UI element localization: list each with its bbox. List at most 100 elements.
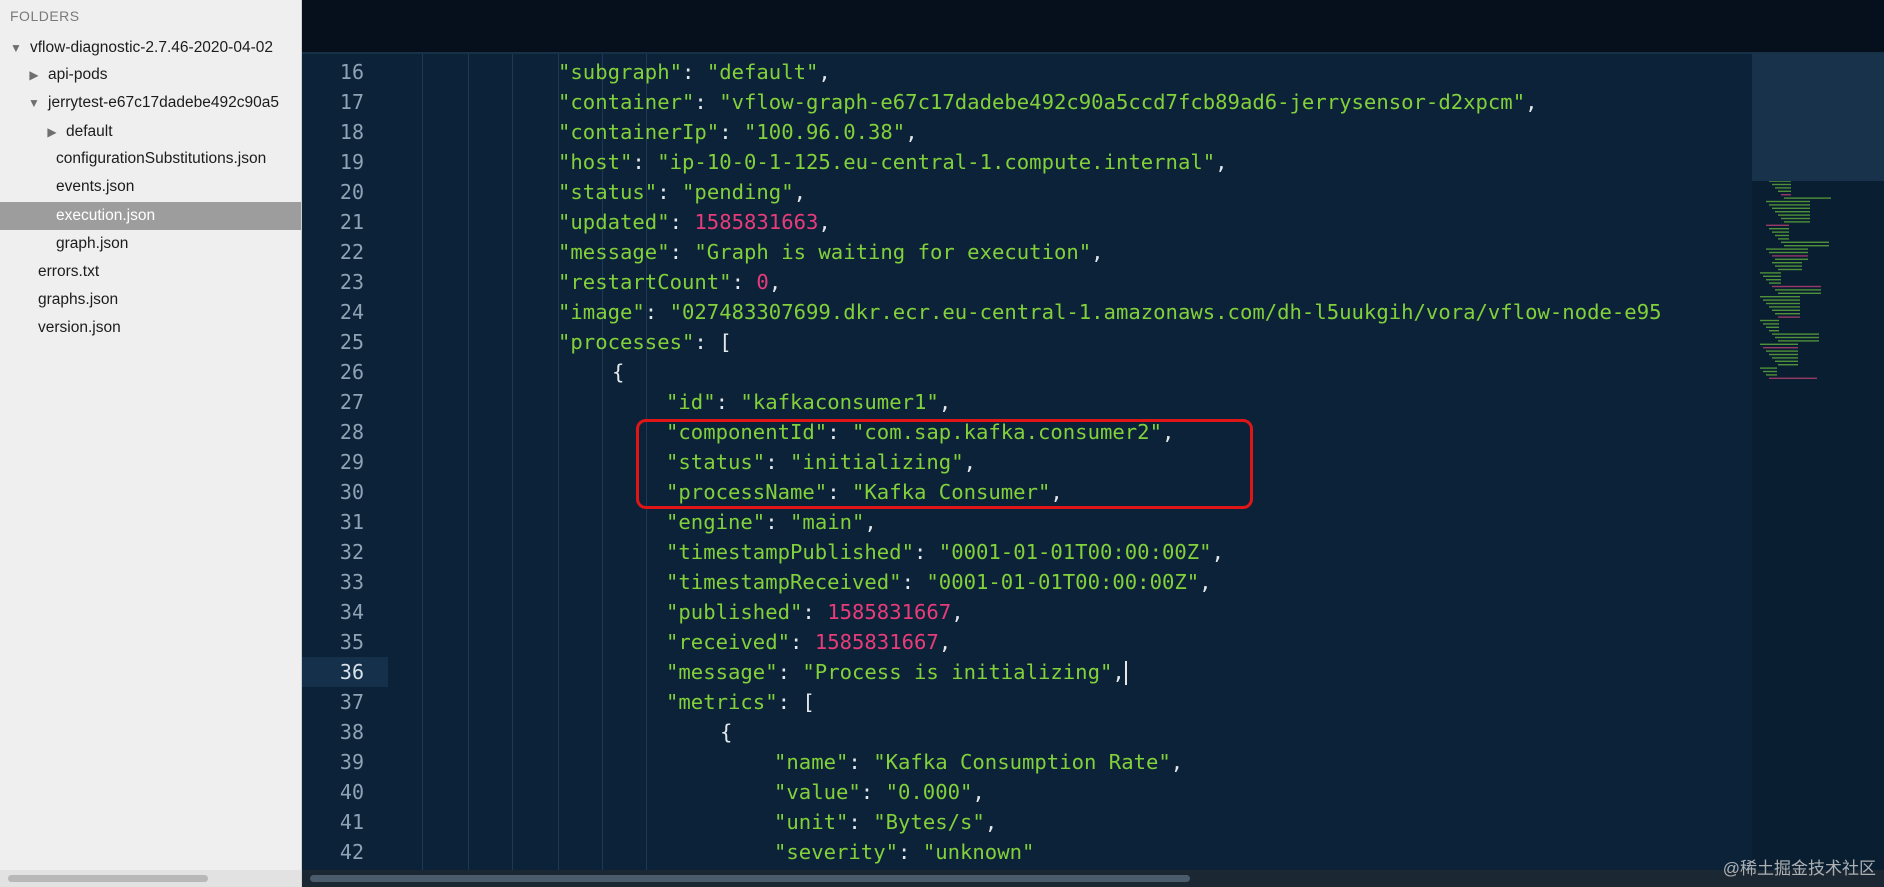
code-line[interactable]: "container": "vflow-graph-e67c17dadebe49… (558, 87, 1538, 117)
collapsed-arrow-icon[interactable]: ▶ (44, 118, 60, 146)
editor-horizontal-scrollbar[interactable] (302, 870, 1884, 887)
code-token-key: "engine" (666, 510, 766, 534)
code-line[interactable]: "value": "0.000", (774, 777, 985, 807)
folder-item[interactable]: ▶ api-pods (0, 61, 301, 89)
code-line[interactable]: "containerIp": "100.96.0.38", (558, 117, 918, 147)
code-line[interactable]: "timestampPublished": "0001-01-01T00:00:… (666, 537, 1224, 567)
minimap-stroke (1769, 204, 1810, 206)
minimap-stroke (1775, 234, 1789, 237)
scrollbar-thumb[interactable] (310, 875, 1190, 882)
code-token-key: "timestampReceived" (666, 570, 902, 594)
minimap[interactable] (1752, 54, 1884, 870)
code-line[interactable]: "host": "ip-10-0-1-125.eu-central-1.comp… (558, 147, 1228, 177)
code-token-str: "ip-10-0-1-125.eu-central-1.compute.inte… (657, 150, 1216, 174)
minimap-stroke (1760, 272, 1781, 274)
file-item[interactable]: events.json (0, 173, 301, 201)
minimap-stroke (1772, 231, 1789, 233)
code-line[interactable]: "engine": "main", (666, 507, 877, 537)
code-line[interactable]: "updated": 1585831663, (558, 207, 831, 237)
code-token-punct: : (777, 660, 803, 684)
indent-guide (512, 54, 513, 870)
code-line[interactable]: "severity": "unknown" (774, 837, 1034, 867)
tree-item-label: version.json (38, 319, 121, 336)
code-token-punct: : (765, 510, 791, 534)
code-token-punct: , (1211, 540, 1224, 564)
minimap-stroke (1775, 258, 1808, 260)
code-token-key: "id" (666, 390, 716, 414)
minimap-stroke (1775, 289, 1821, 291)
minimap-stroke (1778, 340, 1819, 342)
code-token-punct: : (669, 210, 695, 234)
file-item[interactable]: graphs.json (0, 286, 301, 314)
code-token-punct: , (1112, 660, 1125, 684)
code-line[interactable]: "unit": "Bytes/s", (774, 807, 997, 837)
folder-item[interactable]: ▼ vflow-diagnostic-2.7.46-2020-04-02 (0, 34, 301, 62)
code-line[interactable]: "received": 1585831667, (666, 627, 951, 657)
code-line[interactable]: "restartCount": 0, (558, 267, 781, 297)
code-token-str: "kafkaconsumer1" (740, 390, 939, 414)
expanded-arrow-icon[interactable]: ▼ (8, 34, 24, 62)
code-line[interactable]: "status": "pending", (558, 177, 806, 207)
folder-item[interactable]: ▶ default (0, 118, 301, 146)
file-item[interactable]: graph.json (0, 230, 301, 258)
minimap-stroke (1763, 275, 1781, 277)
code-line[interactable]: "name": "Kafka Consumption Rate", (774, 747, 1183, 777)
scrollbar-thumb[interactable] (8, 875, 208, 882)
code-token-punct: : (848, 750, 874, 774)
minimap-stroke (1778, 316, 1800, 318)
code-token-key: "containerIp" (558, 120, 720, 144)
minimap-stroke (1784, 221, 1810, 223)
minimap-stroke (1760, 296, 1800, 298)
code-line[interactable]: "timestampReceived": "0001-01-01T00:00:0… (666, 567, 1212, 597)
code-token-str: "0001-01-01T00:00:00Z" (938, 540, 1212, 564)
minimap-stroke (1772, 207, 1810, 209)
file-item[interactable]: errors.txt (0, 258, 301, 286)
folders-title: FOLDERS (10, 8, 80, 24)
code-line[interactable]: "message": "Graph is waiting for executi… (558, 237, 1104, 267)
code-token-key: "timestampPublished" (666, 540, 914, 564)
minimap-stroke (1769, 377, 1817, 379)
tree-item-label: graph.json (56, 235, 129, 252)
code-token-key: "status" (558, 180, 658, 204)
code-line[interactable]: { (720, 717, 732, 747)
minimap-stroke (1763, 299, 1800, 301)
code-token-punct: { (720, 720, 733, 744)
expanded-arrow-icon[interactable]: ▼ (26, 89, 42, 117)
sidebar-horizontal-scrollbar[interactable] (0, 870, 301, 887)
code-token-key: "restartCount" (558, 270, 732, 294)
code-token-punct: , (972, 780, 985, 804)
collapsed-arrow-icon[interactable]: ▶ (26, 61, 42, 89)
file-item[interactable]: configurationSubstitutions.json (0, 145, 301, 173)
code-line[interactable]: "processes": [ (558, 327, 732, 357)
code-token-num: 1585831667 (814, 630, 939, 654)
folder-item[interactable]: ▼ jerrytest-e67c17dadebe492c90a5 (0, 89, 301, 117)
file-item[interactable]: execution.json (0, 202, 301, 230)
code-line[interactable]: "image": "027483307699.dkr.ecr.eu-centra… (558, 297, 1662, 327)
code-line[interactable]: "message": "Process is initializing", (666, 657, 1127, 687)
code-token-key: "severity" (774, 840, 898, 864)
code-line[interactable]: "subgraph": "default", (558, 57, 831, 87)
tree-item-label: api-pods (48, 66, 108, 83)
code-token-key: "updated" (558, 210, 670, 234)
sidebar-folders: FOLDERS ▼ vflow-diagnostic-2.7.46-2020-04… (0, 0, 302, 887)
code-token-key: "published" (666, 600, 803, 624)
minimap-stroke (1775, 187, 1791, 189)
code-token-punct: : (898, 840, 923, 864)
code-line[interactable]: "id": "kafkaconsumer1", (666, 387, 951, 417)
code-token-num: 0 (756, 270, 769, 294)
code-token-str: "100.96.0.38" (744, 120, 906, 144)
code-token-punct: : (657, 180, 683, 204)
code-token-punct: : (715, 390, 741, 414)
file-item[interactable]: version.json (0, 314, 301, 342)
minimap-stroke (1760, 343, 1798, 345)
code-token-key: "host" (558, 150, 633, 174)
code-token-punct: , (1215, 150, 1228, 174)
code-line[interactable]: "metrics": [ (666, 687, 815, 717)
minimap-stroke (1781, 241, 1829, 243)
code-token-punct: { (612, 360, 625, 384)
code-line[interactable]: { (612, 357, 624, 387)
code-line[interactable]: "published": 1585831667, (666, 597, 964, 627)
minimap-stroke (1766, 374, 1777, 376)
minimap-viewport[interactable] (1752, 54, 1884, 181)
code-token-str: "default" (706, 60, 819, 84)
